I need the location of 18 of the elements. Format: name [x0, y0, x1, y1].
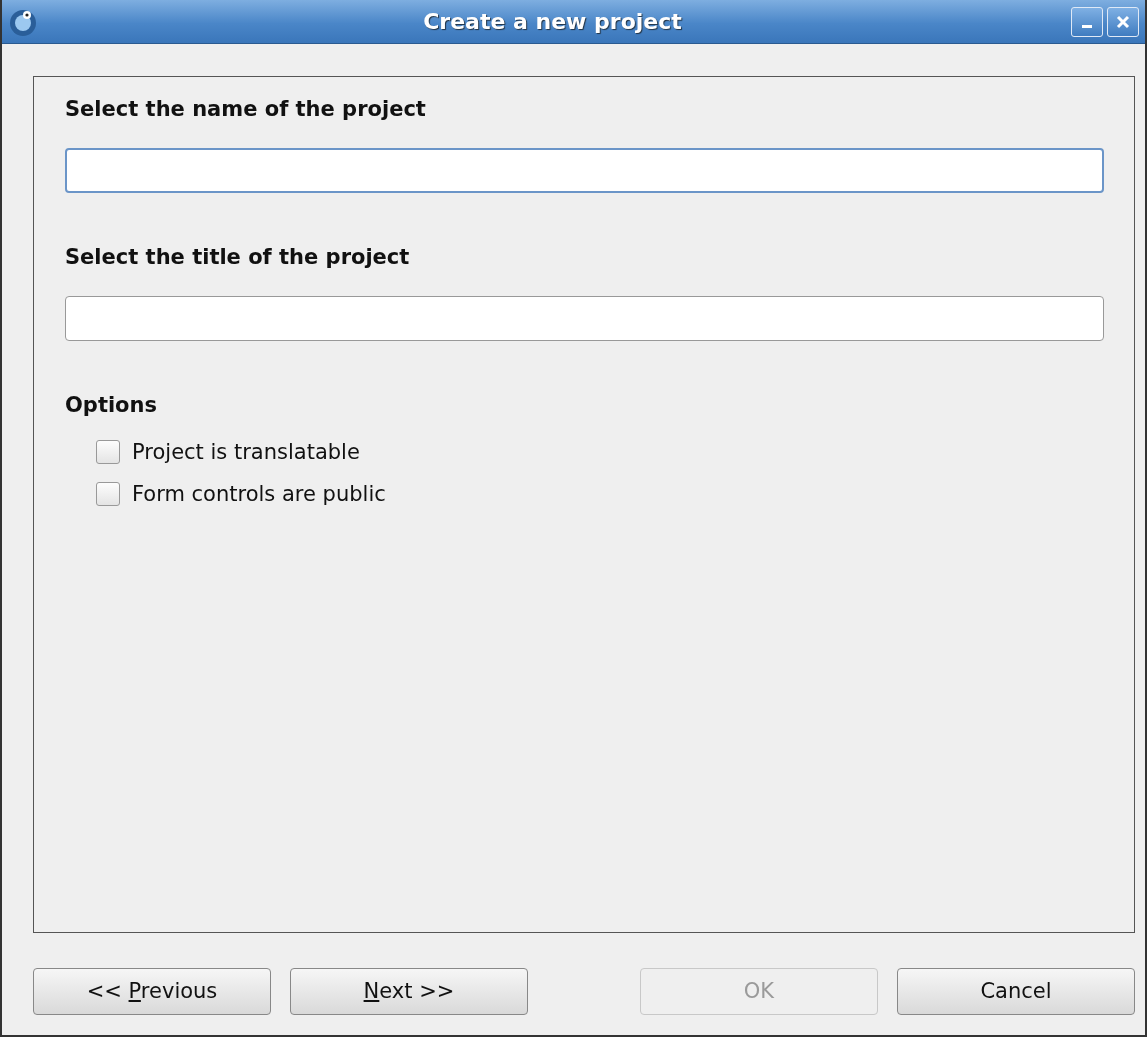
dialog-button[interactable]: Next >> [290, 968, 528, 1015]
window-title: Create a new project [422, 8, 683, 36]
field-label: Select the name of the project [65, 96, 427, 123]
checkbox[interactable] [96, 482, 120, 506]
field-label: Select the title of the project [65, 244, 411, 271]
checkbox-label[interactable]: Project is translatable [132, 439, 360, 465]
input-field[interactable] [65, 296, 1104, 341]
checkbox-label[interactable]: Form controls are public [132, 481, 386, 507]
options-heading: Options [65, 392, 158, 419]
input-field[interactable] [65, 148, 1104, 193]
minimize-icon [1082, 25, 1092, 28]
checkbox[interactable] [96, 440, 120, 464]
dialog-button[interactable]: << Previous [33, 968, 271, 1015]
close-icon [1115, 13, 1131, 30]
minimize-button[interactable] [1071, 6, 1103, 37]
dialog-button[interactable]: Cancel [897, 968, 1135, 1015]
dialog-button: OK [640, 968, 878, 1015]
close-button[interactable] [1107, 6, 1139, 37]
